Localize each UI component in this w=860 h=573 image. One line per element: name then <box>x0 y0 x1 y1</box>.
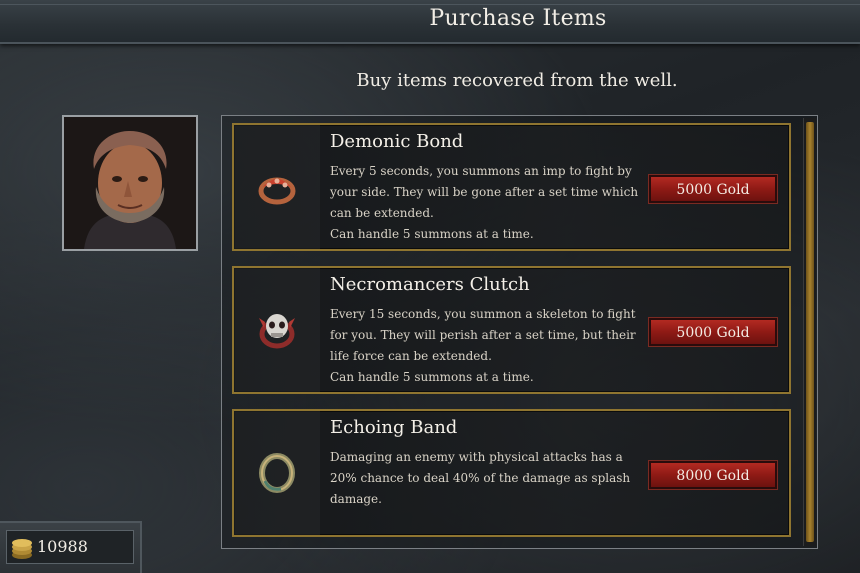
item-icon-slot <box>234 268 320 392</box>
shop-subtitle: Buy items recovered from the well. <box>356 70 678 91</box>
item-description: Every 5 seconds, you summons an imp to f… <box>330 161 639 245</box>
item-icon-slot <box>234 411 320 535</box>
item-description: Damaging an enemy with physical attacks … <box>330 447 630 510</box>
title-bar: Purchase Items <box>0 0 860 44</box>
item-description-line: damage. <box>330 492 382 506</box>
gold-display: 10988 <box>6 530 134 564</box>
item-icon-slot <box>234 125 320 249</box>
item-description-line: your side. They will be gone after a set… <box>330 185 639 199</box>
item-description-line: Every 5 seconds, you summons an imp to f… <box>330 164 632 178</box>
merchant-face-icon <box>64 117 196 249</box>
item-description-line: Can handle 5 summons at a time. <box>330 227 534 241</box>
item-description: Every 15 seconds, you summon a skeleton … <box>330 304 636 388</box>
item-description-line: 20% chance to deal 40% of the damage as … <box>330 471 631 485</box>
item-list-scrollbar[interactable] <box>803 118 816 546</box>
page-title: Purchase Items <box>429 6 607 31</box>
item-card-demonic-bond: Demonic Bond Every 5 seconds, you summon… <box>232 123 791 251</box>
item-description-line: Can handle 5 summons at a time. <box>330 370 534 384</box>
item-description-line: Damaging an enemy with physical attacks … <box>330 450 623 464</box>
item-name: Echoing Band <box>330 417 458 438</box>
buy-button-echoing-band[interactable]: 8000 Gold <box>648 460 778 490</box>
ring-demonic-icon <box>258 177 296 205</box>
gold-coins-icon <box>12 539 32 559</box>
item-name: Necromancers Clutch <box>330 274 530 295</box>
gold-amount: 10988 <box>37 537 88 556</box>
item-description-line: Every 15 seconds, you summon a skeleton … <box>330 307 636 321</box>
merchant-portrait <box>62 115 198 251</box>
item-name: Demonic Bond <box>330 131 464 152</box>
item-card-echoing-band: Echoing Band Damaging an enemy with phys… <box>232 409 791 537</box>
item-card-necromancers-clutch: Necromancers Clutch Every 15 seconds, yo… <box>232 266 791 394</box>
scrollbar-thumb[interactable] <box>806 122 814 542</box>
item-list: Demonic Bond Every 5 seconds, you summon… <box>221 115 818 549</box>
ring-skull-icon <box>259 314 295 349</box>
buy-button-necromancers-clutch[interactable]: 5000 Gold <box>648 317 778 347</box>
item-description-line: can be extended. <box>330 206 434 220</box>
gold-panel: 10988 <box>0 521 142 573</box>
item-description-line: life force can be extended. <box>330 349 492 363</box>
ring-band-icon <box>259 453 295 493</box>
buy-button-demonic-bond[interactable]: 5000 Gold <box>648 174 778 204</box>
item-description-line: for you. They will perish after a set ti… <box>330 328 636 342</box>
